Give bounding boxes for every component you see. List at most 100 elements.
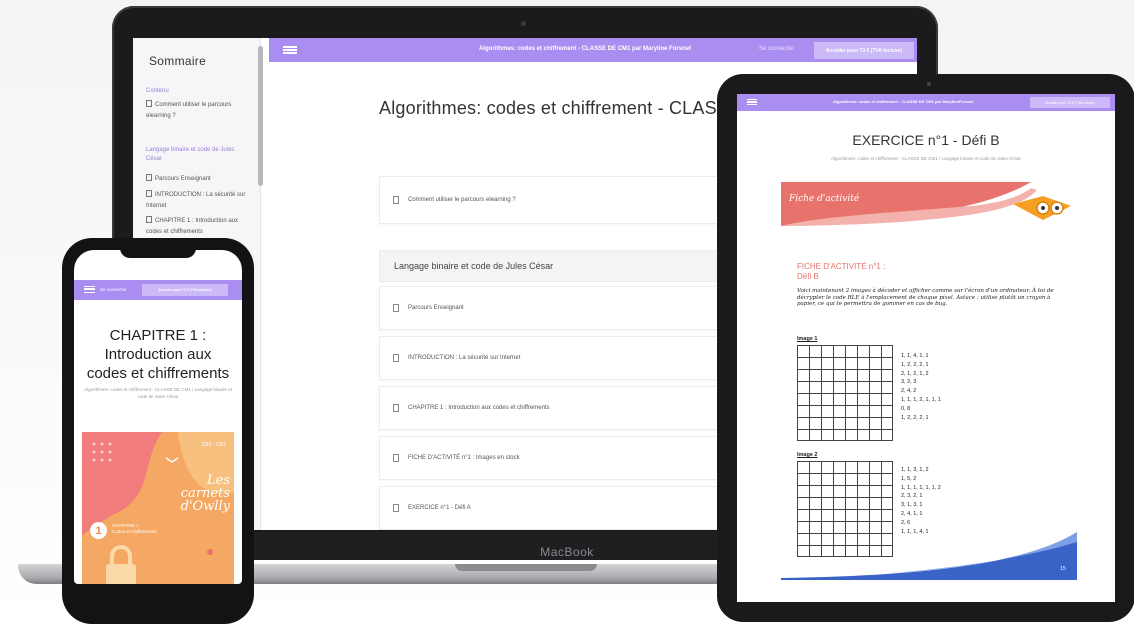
tablet-camera	[927, 82, 931, 86]
sidebar-item-label: CHAPITRE 1 : Introduction aux codes et c…	[146, 218, 239, 235]
course-title: Algorithmes: codes et chiffrement - CLAS…	[833, 99, 974, 104]
cover-title: Les carnets d'Owlly	[160, 474, 230, 513]
rle-code: 2, 4, 1, 1	[901, 510, 923, 517]
chapter-title-line: Introduction aux	[104, 346, 212, 363]
pixel-grid-1	[797, 345, 893, 441]
laptop-opening-notch	[455, 564, 597, 571]
chapter-number-badge: 1	[90, 522, 107, 539]
rle-code: 1, 1, 1, 1, 1, 1, 2	[901, 484, 941, 491]
login-link[interactable]: Se connecter	[100, 287, 127, 292]
image-2-label: Image 2	[797, 452, 818, 458]
phone-notch	[120, 244, 196, 258]
sheet-instructions: Voici maintenant 2 images à décoder et a…	[797, 288, 1054, 307]
rle-codes-1: 1, 1, 4, 1, 1 1, 2, 2, 2, 1 2, 1, 2, 1, …	[901, 352, 941, 422]
rle-code: 3, 2, 3	[901, 379, 917, 386]
document-icon	[146, 216, 152, 223]
sidebar-item-chapter-1[interactable]: CHAPITRE 1 : Introduction aux codes et c…	[146, 216, 246, 238]
laptop-camera	[521, 21, 526, 26]
page-number: 15	[1060, 566, 1066, 572]
rle-code: 1, 2, 2, 2, 1	[901, 414, 929, 421]
rle-code: 2, 1, 2, 1, 2	[901, 370, 929, 377]
grade-badge: CE1 · CE2	[202, 442, 226, 448]
document-icon	[146, 190, 152, 197]
lesson-item-label: Comment utiliser le parcours elearning ?	[408, 197, 516, 203]
sidebar-section-content[interactable]: Contenu	[146, 87, 242, 96]
tablet-top-bar: Algorithmes: codes et chiffrement - CLAS…	[737, 94, 1115, 111]
rle-code: 1, 5, 2	[901, 475, 917, 482]
sheet-heading-line: Défi B	[797, 272, 819, 281]
sidebar-item-introduction[interactable]: INTRODUCTION : La sécurité sur Internet	[146, 190, 246, 212]
rle-code: 2, 6	[901, 519, 911, 526]
breadcrumb[interactable]: Algorithmes: codes et chiffrement - CLAS…	[737, 156, 1115, 161]
rle-code: 2, 4, 2	[901, 388, 917, 395]
lesson-item[interactable]: FICHE D'ACTIVITÉ n°1 : Images en stock	[379, 436, 739, 480]
cover-chapter-label: CHAPITRE 1 : Codes et Chiffrements	[112, 523, 157, 535]
rle-code: 0, 8	[901, 405, 911, 412]
sidebar-item-elearning[interactable]: Comment utiliser le parcours elearning ?	[146, 100, 246, 122]
document-icon	[393, 454, 399, 462]
sidebar-item-teacher[interactable]: Parcours Enseignant	[146, 174, 246, 185]
document-icon	[146, 100, 152, 107]
lesson-item[interactable]: EXERCICE n°1 - Défi A	[379, 486, 739, 530]
rle-code: 1, 1, 1, 2, 1, 1, 1	[901, 396, 941, 403]
image-1-label: Image 1	[797, 336, 818, 342]
section-header: Langage binaire et code de Jules César	[379, 250, 739, 282]
login-link[interactable]: Se connecter	[759, 46, 794, 52]
rle-codes-2: 1, 1, 3, 1, 2 1, 5, 2 1, 1, 1, 1, 1, 1, …	[901, 466, 941, 536]
chapter-title-line: codes et chiffrements	[86, 365, 230, 382]
page-title: Algorithmes: codes et chiffrement - CLAS	[379, 98, 717, 118]
menu-icon[interactable]	[283, 46, 297, 54]
document-icon	[393, 196, 399, 204]
sidebar-title: Sommaire	[149, 54, 207, 68]
rle-code: 2, 3, 2, 1	[901, 493, 923, 500]
lesson-item-label: INTRODUCTION : La sécurité sur Internet	[408, 355, 521, 361]
lesson-item[interactable]: INTRODUCTION : La sécurité sur Internet	[379, 336, 739, 380]
cover-chapter-line: Codes et Chiffrements	[112, 529, 157, 534]
banner-wave-graphic	[781, 182, 1071, 226]
document-icon	[393, 304, 399, 312]
rle-code: 3, 1, 3, 1	[901, 502, 923, 509]
footer-wave-graphic	[781, 532, 1077, 580]
course-title: Algorithmes: codes et chiffrement - CLAS…	[479, 46, 692, 52]
rle-code: 1, 1, 3, 1, 2	[901, 467, 929, 473]
rle-code: 1, 2, 2, 2, 1	[901, 361, 929, 368]
exercise-title: EXERCICE n°1 - Défi B	[852, 132, 1000, 148]
chapter-cover-image: CE1 · CE2 Les carnets d'Owlly 1 CHAPITRE…	[82, 432, 234, 584]
menu-icon[interactable]	[84, 286, 95, 293]
lesson-item[interactable]: CHAPITRE 1 : Introduction aux codes et c…	[379, 386, 739, 430]
document-icon	[393, 504, 399, 512]
lesson-item-label: Parcours Enseignant	[408, 305, 464, 311]
access-button[interactable]: Accéder pour 73 € (TVA incluse)	[814, 42, 914, 59]
sidebar-item-label: Comment utiliser le parcours elearning ?	[146, 102, 232, 119]
sheet-heading: FICHE D'ACTIVITÉ n°1 : Défi B	[797, 262, 885, 282]
cover-title-line: Les carnets	[180, 473, 230, 501]
rle-code: 1, 1, 4, 1, 1	[901, 353, 929, 359]
top-bar: Algorithmes: codes et chiffrement - CLAS…	[269, 38, 917, 62]
tablet-screen: Algorithmes: codes et chiffrement - CLAS…	[737, 94, 1115, 602]
menu-icon[interactable]	[747, 99, 757, 105]
sidebar-section-binary[interactable]: Langage binaire et code de Jules César	[146, 146, 242, 164]
lesson-item-elearning[interactable]: Comment utiliser le parcours elearning ?	[379, 176, 739, 224]
sidebar-item-label: Parcours Enseignant	[155, 176, 211, 182]
document-icon	[393, 354, 399, 362]
phone-screen: Se connecter Accéder pour 73 € (TVA incl…	[74, 250, 242, 584]
chapter-title: CHAPITRE 1 : Introduction aux codes et c…	[74, 326, 242, 383]
sidebar-scrollbar[interactable]	[258, 46, 263, 186]
activity-sheet: Fiche d'activité FICHE D'ACTIVITÉ n°1 : …	[781, 182, 1077, 580]
lesson-item[interactable]: Parcours Enseignant	[379, 286, 739, 330]
phone-top-bar: Se connecter Accéder pour 73 € (TVA incl…	[74, 280, 242, 300]
lesson-item-label: CHAPITRE 1 : Introduction aux codes et c…	[408, 405, 550, 411]
sheet-heading-line: FICHE D'ACTIVITÉ n°1 :	[797, 262, 886, 271]
chapter-title-line: CHAPITRE 1 :	[109, 327, 207, 344]
access-button[interactable]: Accéder pour 73 € (TVA incluse)	[142, 284, 228, 296]
access-button[interactable]: Accéder pour 73 € (TVA incluse)	[1030, 97, 1110, 108]
sidebar-item-label: INTRODUCTION : La sécurité sur Internet	[146, 192, 246, 209]
document-icon	[393, 404, 399, 412]
padlock-icon	[106, 545, 136, 584]
cover-title-line: d'Owlly	[180, 499, 230, 514]
lesson-item-label: EXERCICE n°1 - Défi A	[408, 505, 471, 511]
sheet-banner: Fiche d'activité	[781, 182, 1077, 226]
banner-label: Fiche d'activité	[789, 194, 860, 204]
breadcrumb[interactable]: Algorithmes: codes et chiffrement - CLAS…	[84, 386, 232, 400]
document-icon	[146, 174, 152, 181]
